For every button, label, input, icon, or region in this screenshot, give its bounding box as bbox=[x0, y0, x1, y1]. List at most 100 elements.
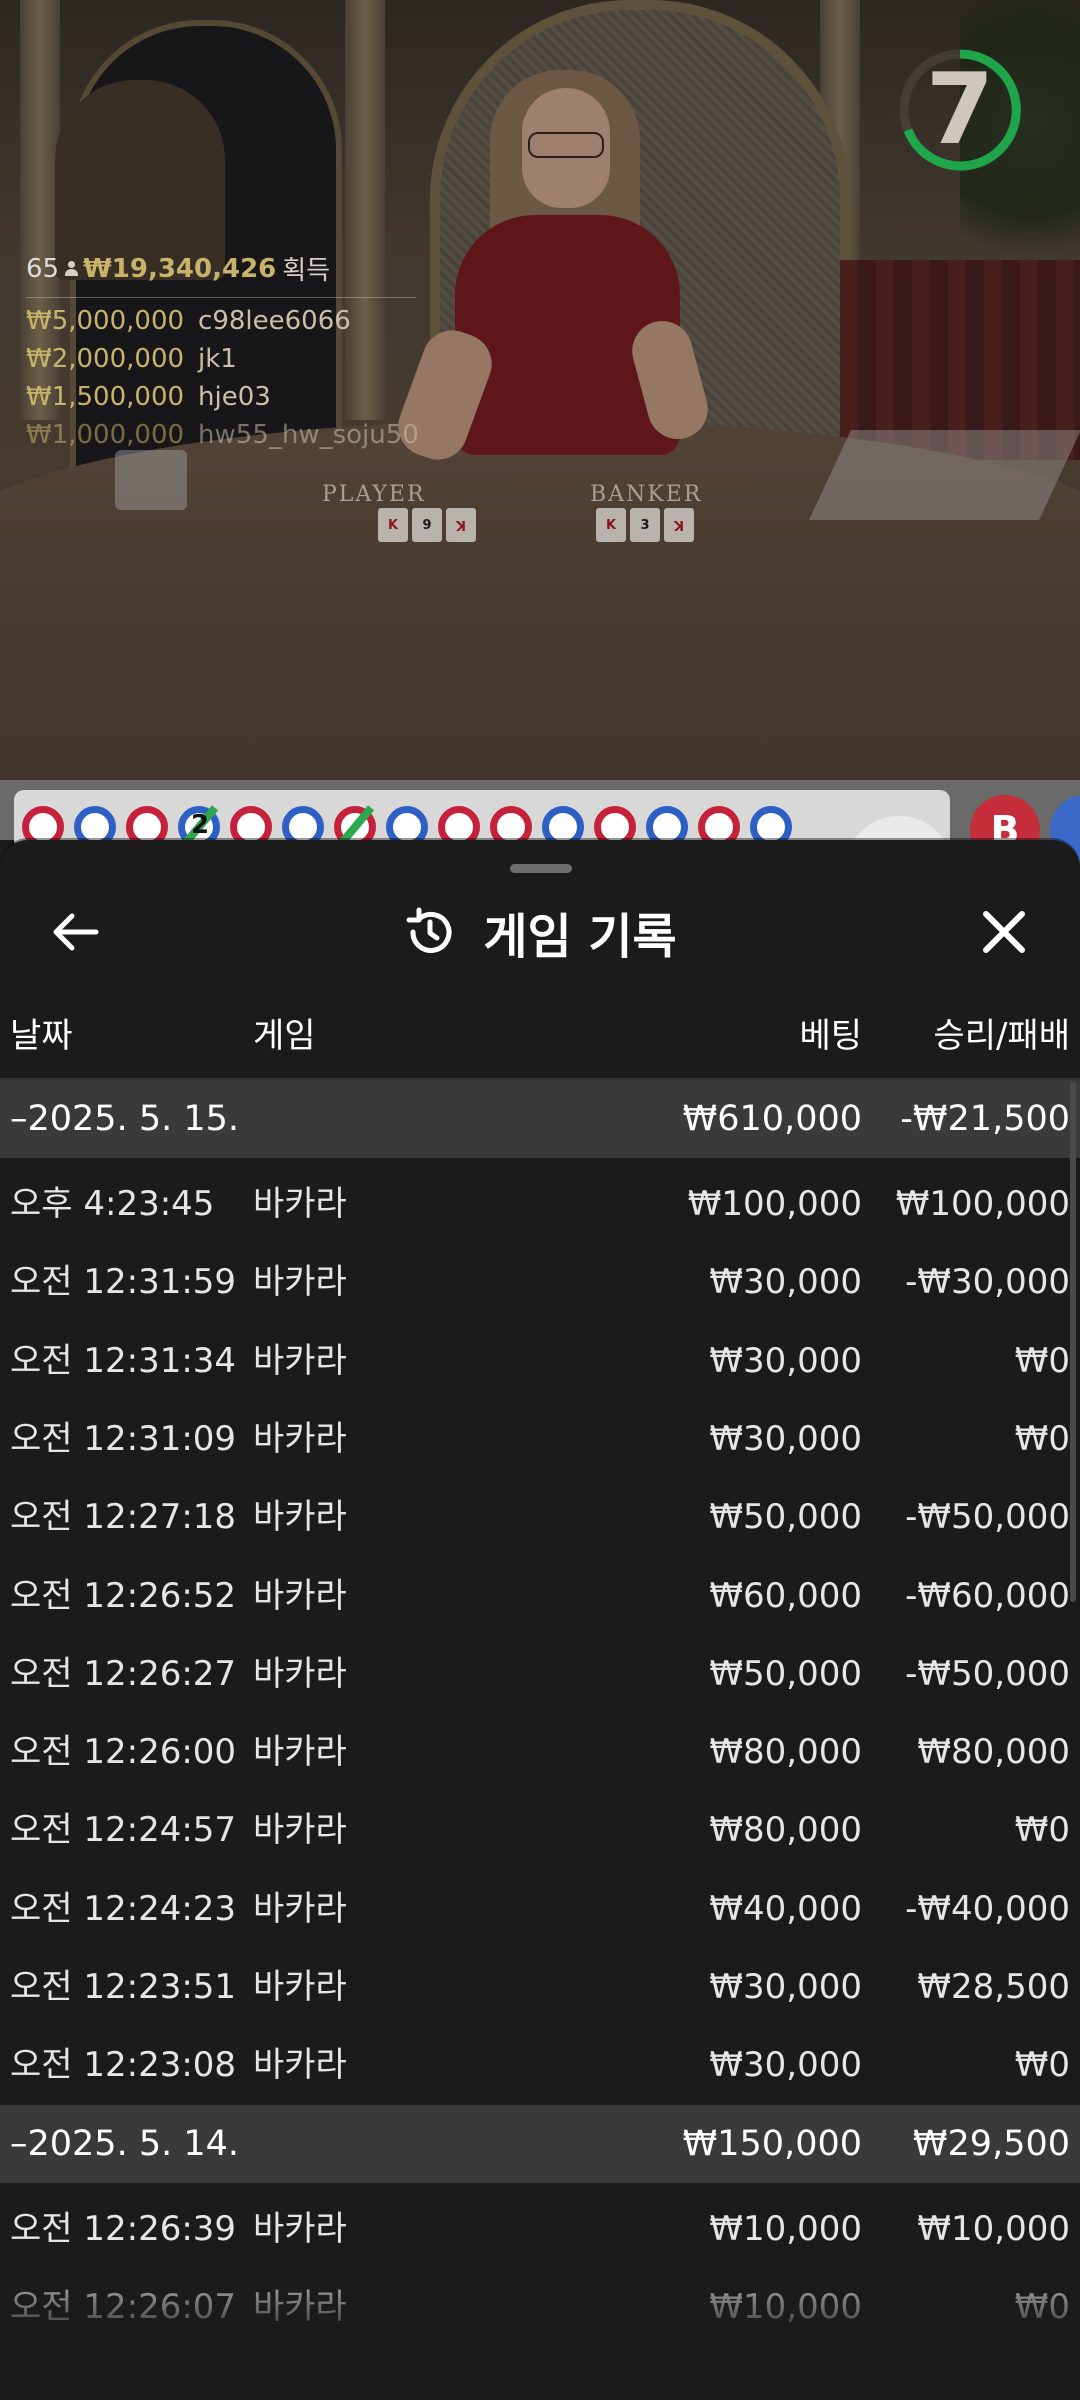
row-game: 바카라 bbox=[253, 1418, 347, 1459]
row-game: 바카라 bbox=[253, 1653, 347, 1694]
winner-amount: ₩1,000,000 bbox=[26, 420, 185, 450]
scoreboard-road[interactable]: 2 B bbox=[0, 780, 1080, 865]
row-bet: ₩30,000 bbox=[709, 1262, 862, 1303]
row-bet: ₩50,000 bbox=[709, 1653, 862, 1694]
winner-row: ₩1,000,000 hw55_hw_soju50 bbox=[26, 420, 419, 450]
row-time: 오전 12:31:59 bbox=[10, 1262, 237, 1303]
row-bet: ₩60,000 bbox=[709, 1575, 862, 1616]
column-header-date[interactable]: 날짜 bbox=[10, 1008, 73, 1057]
countdown-timer-value: 7 bbox=[925, 53, 995, 167]
history-row[interactable]: 오전 12:26:27 바카라 ₩50,000 -₩50,000 bbox=[0, 1635, 1080, 1713]
row-time: 오전 12:24:23 bbox=[10, 1888, 237, 1929]
row-result: ₩0 bbox=[1014, 2286, 1070, 2327]
row-result: ₩29,500 bbox=[912, 2123, 1070, 2164]
history-row[interactable]: 오전 12:23:08 바카라 ₩30,000 ₩0 bbox=[0, 2026, 1080, 2104]
row-bet: ₩40,000 bbox=[709, 1888, 862, 1929]
row-time: 오전 12:26:39 bbox=[10, 2208, 237, 2249]
winner-user: c98lee6066 bbox=[198, 306, 351, 336]
row-game: 바카라 bbox=[253, 1575, 347, 1616]
row-time: 오전 12:24:57 bbox=[10, 1810, 237, 1851]
row-bet: ₩30,000 bbox=[709, 1340, 862, 1381]
row-time: 오전 12:23:08 bbox=[10, 2045, 237, 2086]
scrollbar[interactable] bbox=[1070, 1082, 1076, 1602]
column-header-result[interactable]: 승리/패배 bbox=[933, 1008, 1070, 1057]
row-result: ₩28,500 bbox=[917, 1967, 1070, 2007]
row-bet: ₩610,000 bbox=[682, 1099, 862, 1139]
group-date: –2025. 5. 14. bbox=[10, 2123, 240, 2164]
row-time: 오후 4:23:45 bbox=[10, 1184, 215, 1224]
row-result: ₩100,000 bbox=[895, 1184, 1070, 1224]
row-result: ₩0 bbox=[1014, 1418, 1070, 1459]
history-row[interactable]: 오전 12:26:52 바카라 ₩60,000 -₩60,000 bbox=[0, 1557, 1080, 1635]
group-date: –2025. 5. 15. bbox=[10, 1099, 240, 1139]
history-row[interactable]: 오전 12:31:09 바카라 ₩30,000 ₩0 bbox=[0, 1400, 1080, 1478]
sheet-header: 게임 기록 bbox=[0, 892, 1080, 972]
sheet-drag-handle[interactable] bbox=[510, 864, 572, 873]
arrow-left-icon bbox=[53, 913, 99, 951]
row-game: 바카라 bbox=[253, 1810, 347, 1851]
row-result: ₩80,000 bbox=[917, 1732, 1070, 1773]
history-row[interactable]: 오전 12:27:18 바카라 ₩50,000 -₩50,000 bbox=[0, 1478, 1080, 1556]
person-icon bbox=[65, 260, 79, 277]
game-history-sheet: 게임 기록 날짜 게임 베팅 승리/패배 –2025. 5. 15. ₩610,0… bbox=[0, 840, 1080, 2400]
date-group-row[interactable]: –2025. 5. 14. ₩150,000 ₩29,500 bbox=[0, 2104, 1080, 2183]
row-game: 바카라 bbox=[253, 1184, 347, 1224]
row-bet: ₩10,000 bbox=[709, 2208, 862, 2249]
row-game: 바카라 bbox=[253, 1340, 347, 1381]
history-row[interactable]: 오전 12:31:59 바카라 ₩30,000 -₩30,000 bbox=[0, 1243, 1080, 1321]
winners-total-label: 획득 bbox=[282, 256, 331, 286]
history-row[interactable]: 오전 12:31:34 바카라 ₩30,000 ₩0 bbox=[0, 1322, 1080, 1400]
winners-count: 65 bbox=[26, 253, 60, 284]
winner-row: ₩5,000,000 c98lee6066 bbox=[26, 306, 416, 336]
row-result: ₩0 bbox=[1014, 1340, 1070, 1381]
row-time: 오전 12:31:09 bbox=[10, 1418, 237, 1459]
row-result: ₩0 bbox=[1014, 1810, 1070, 1851]
close-button[interactable] bbox=[964, 892, 1044, 972]
back-button[interactable] bbox=[35, 892, 115, 972]
tie-count: 2 bbox=[191, 810, 210, 840]
row-bet: ₩80,000 bbox=[709, 1732, 862, 1773]
history-row[interactable]: 오전 12:26:39 바카라 ₩10,000 ₩10,000 bbox=[0, 2190, 1080, 2268]
row-result: -₩50,000 bbox=[905, 1653, 1070, 1694]
winner-row: ₩2,000,000 jk1 bbox=[26, 344, 416, 374]
row-time: 오전 12:26:52 bbox=[10, 1575, 237, 1616]
live-video-feed: PLAYER BANKER K 9 K K 3 K 7 65 ₩19,340,4… bbox=[0, 0, 1080, 780]
history-row[interactable]: 오전 12:24:23 바카라 ₩40,000 -₩40,000 bbox=[0, 1870, 1080, 1948]
column-header-game[interactable]: 게임 bbox=[253, 1008, 316, 1057]
row-result: -₩40,000 bbox=[905, 1888, 1070, 1929]
row-time: 오전 12:27:18 bbox=[10, 1497, 237, 1538]
winner-amount: ₩5,000,000 bbox=[26, 306, 185, 336]
row-time: 오전 12:26:27 bbox=[10, 1653, 237, 1694]
row-game: 바카라 bbox=[253, 1732, 347, 1773]
history-row[interactable]: 오후 4:23:45 바카라 ₩100,000 ₩100,000 bbox=[0, 1165, 1080, 1243]
winner-user: hje03 bbox=[198, 382, 271, 412]
row-bet: ₩10,000 bbox=[709, 2286, 862, 2327]
row-game: 바카라 bbox=[253, 1262, 347, 1303]
row-time: 오전 12:23:51 bbox=[10, 1967, 237, 2007]
winners-panel: 65 ₩19,340,426 획득 ₩5,000,000 c98lee6066 … bbox=[26, 250, 419, 450]
row-result: ₩10,000 bbox=[917, 2208, 1070, 2249]
history-row[interactable]: 오전 12:23:51 바카라 ₩30,000 ₩28,500 bbox=[0, 1948, 1080, 2026]
row-bet: ₩80,000 bbox=[709, 1810, 862, 1851]
winner-amount: ₩1,500,000 bbox=[26, 382, 185, 412]
winner-user: hw55_hw_soju50 bbox=[198, 420, 419, 450]
row-result: -₩21,500 bbox=[900, 1099, 1070, 1139]
row-result: -₩60,000 bbox=[905, 1575, 1070, 1616]
row-bet: ₩30,000 bbox=[709, 1418, 862, 1459]
row-result: -₩50,000 bbox=[905, 1497, 1070, 1538]
row-time: 오전 12:31:34 bbox=[10, 1340, 237, 1381]
sheet-title: 게임 기록 bbox=[483, 909, 677, 965]
row-bet: ₩100,000 bbox=[687, 1184, 862, 1224]
history-row[interactable]: 오전 12:24:57 바카라 ₩80,000 ₩0 bbox=[0, 1791, 1080, 1869]
column-header-bet[interactable]: 베팅 bbox=[799, 1008, 862, 1057]
row-bet: ₩30,000 bbox=[709, 2045, 862, 2086]
row-bet: ₩50,000 bbox=[709, 1497, 862, 1538]
history-row[interactable]: 오전 12:26:07 바카라 ₩10,000 ₩0 bbox=[0, 2268, 1080, 2346]
row-bet: ₩150,000 bbox=[682, 2123, 862, 2164]
history-icon bbox=[406, 907, 452, 953]
close-icon bbox=[983, 911, 1025, 953]
date-group-row[interactable]: –2025. 5. 15. ₩610,000 -₩21,500 bbox=[0, 1080, 1080, 1158]
row-time: 오전 12:26:00 bbox=[10, 1732, 237, 1773]
history-row[interactable]: 오전 12:26:00 바카라 ₩80,000 ₩80,000 bbox=[0, 1713, 1080, 1791]
row-game: 바카라 bbox=[253, 2045, 347, 2086]
